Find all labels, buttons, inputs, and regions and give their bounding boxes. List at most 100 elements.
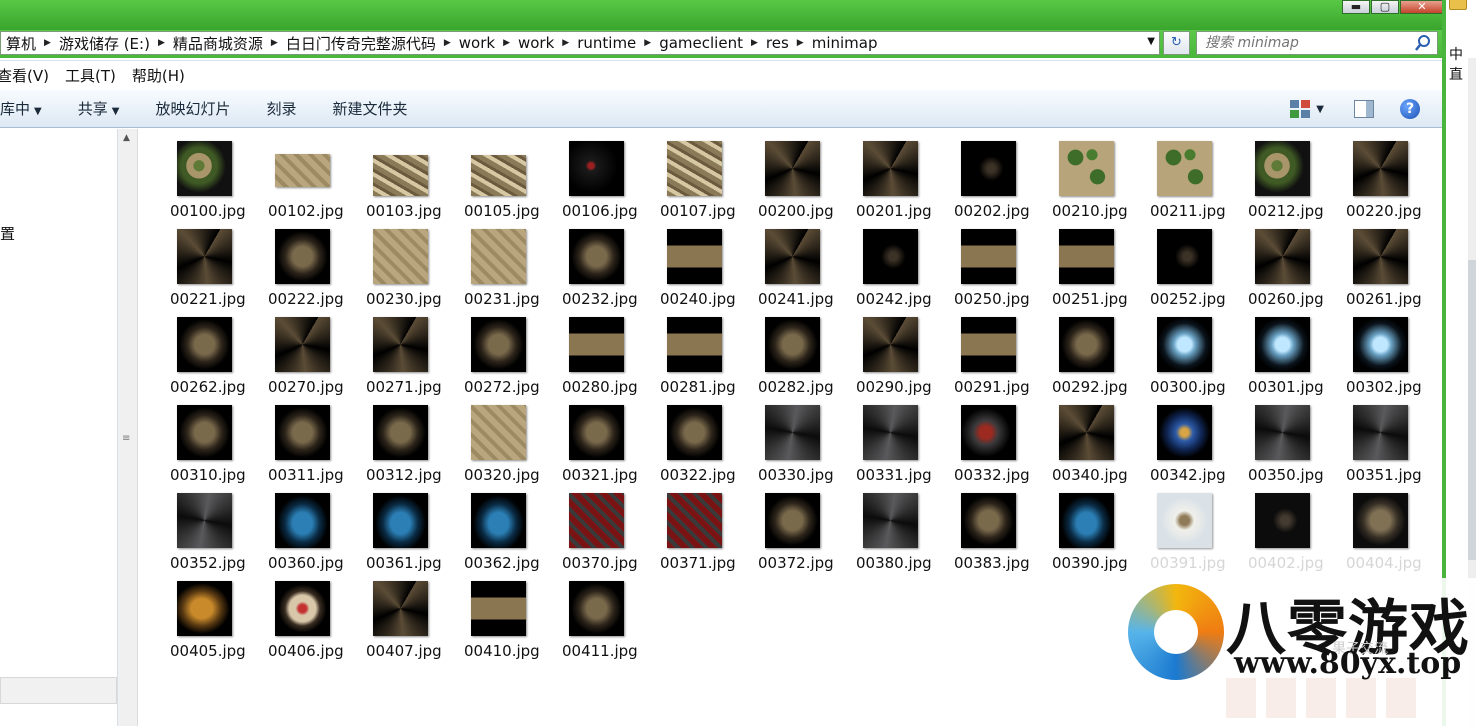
file-item[interactable]: 00231.jpg bbox=[464, 229, 562, 317]
file-item[interactable]: 00281.jpg bbox=[660, 317, 758, 405]
change-view-icon[interactable] bbox=[1290, 100, 1311, 118]
file-name[interactable]: 00352.jpg bbox=[170, 554, 246, 572]
file-thumbnail[interactable] bbox=[961, 493, 1016, 548]
file-item[interactable]: 00212.jpg bbox=[1248, 141, 1346, 229]
file-name[interactable]: 00230.jpg bbox=[366, 290, 442, 308]
file-thumbnail[interactable] bbox=[1059, 141, 1114, 196]
file-name[interactable]: 00342.jpg bbox=[1150, 466, 1226, 484]
file-thumbnail[interactable] bbox=[667, 229, 722, 284]
file-name[interactable]: 00302.jpg bbox=[1346, 378, 1422, 396]
file-thumbnail[interactable] bbox=[471, 405, 526, 460]
file-thumbnail[interactable] bbox=[471, 493, 526, 548]
file-thumbnail[interactable] bbox=[1255, 317, 1310, 372]
search-box[interactable] bbox=[1196, 31, 1438, 55]
file-item[interactable]: 00222.jpg bbox=[268, 229, 366, 317]
file-item[interactable]: 00311.jpg bbox=[268, 405, 366, 493]
file-item[interactable]: 00202.jpg bbox=[954, 141, 1052, 229]
background-scrollbar-thumb[interactable] bbox=[1468, 260, 1476, 560]
scroll-up-icon[interactable]: ▲ bbox=[123, 133, 130, 143]
file-name[interactable]: 00242.jpg bbox=[856, 290, 932, 308]
view-options-dropdown[interactable]: ▼ bbox=[1316, 104, 1324, 115]
file-name[interactable]: 00312.jpg bbox=[366, 466, 442, 484]
file-item[interactable]: 00410.jpg bbox=[464, 581, 562, 669]
file-item[interactable]: 00250.jpg bbox=[954, 229, 1052, 317]
file-thumbnail[interactable] bbox=[275, 493, 330, 548]
burn-button[interactable]: 刻录 bbox=[248, 98, 314, 119]
file-thumbnail[interactable] bbox=[1059, 229, 1114, 284]
file-name[interactable]: 00280.jpg bbox=[562, 378, 638, 396]
file-item[interactable]: 00272.jpg bbox=[464, 317, 562, 405]
file-item[interactable]: 00106.jpg bbox=[562, 141, 660, 229]
file-thumbnail[interactable] bbox=[471, 155, 526, 196]
file-name[interactable]: 00391.jpg bbox=[1150, 554, 1226, 572]
file-name[interactable]: 00100.jpg bbox=[170, 202, 246, 220]
share-button[interactable]: 共享 ▼ bbox=[60, 98, 138, 119]
file-name[interactable]: 00201.jpg bbox=[856, 202, 932, 220]
breadcrumb-separator-icon[interactable]: ▶ bbox=[794, 38, 807, 48]
file-name[interactable]: 00292.jpg bbox=[1052, 378, 1128, 396]
file-thumbnail[interactable] bbox=[765, 317, 820, 372]
file-item[interactable]: 00221.jpg bbox=[170, 229, 268, 317]
menu-tools[interactable]: 工具(T) bbox=[65, 65, 116, 86]
file-name[interactable]: 00241.jpg bbox=[758, 290, 834, 308]
file-thumbnail[interactable] bbox=[1353, 405, 1408, 460]
file-item[interactable]: 00404.jpg bbox=[1346, 493, 1444, 581]
file-thumbnail[interactable] bbox=[1255, 405, 1310, 460]
breadcrumb-separator-icon[interactable]: ▶ bbox=[155, 38, 168, 48]
file-thumbnail[interactable] bbox=[961, 229, 1016, 284]
file-item[interactable]: 00102.jpg bbox=[268, 141, 366, 229]
minimize-button[interactable]: ▬ bbox=[1342, 0, 1370, 14]
nav-selected-item[interactable] bbox=[0, 677, 117, 704]
file-name[interactable]: 00270.jpg bbox=[268, 378, 344, 396]
file-name[interactable]: 00362.jpg bbox=[464, 554, 540, 572]
file-thumbnail[interactable] bbox=[471, 229, 526, 284]
file-item[interactable]: 00406.jpg bbox=[268, 581, 366, 669]
file-name[interactable]: 00260.jpg bbox=[1248, 290, 1324, 308]
file-name[interactable]: 00404.jpg bbox=[1346, 554, 1422, 572]
file-name[interactable]: 00405.jpg bbox=[170, 642, 246, 660]
file-thumbnail[interactable] bbox=[1157, 493, 1212, 548]
file-name[interactable]: 00372.jpg bbox=[758, 554, 834, 572]
file-name[interactable]: 00231.jpg bbox=[464, 290, 540, 308]
file-name[interactable]: 00220.jpg bbox=[1346, 202, 1422, 220]
file-name[interactable]: 00350.jpg bbox=[1248, 466, 1324, 484]
file-thumbnail[interactable] bbox=[177, 229, 232, 284]
file-item[interactable]: 00210.jpg bbox=[1052, 141, 1150, 229]
file-thumbnail[interactable] bbox=[961, 405, 1016, 460]
file-thumbnail[interactable] bbox=[863, 141, 918, 196]
file-item[interactable]: 00402.jpg bbox=[1248, 493, 1346, 581]
file-thumbnail[interactable] bbox=[1353, 317, 1408, 372]
file-thumbnail[interactable] bbox=[275, 405, 330, 460]
file-name[interactable]: 00311.jpg bbox=[268, 466, 344, 484]
file-item[interactable]: 00251.jpg bbox=[1052, 229, 1150, 317]
file-name[interactable]: 00301.jpg bbox=[1248, 378, 1324, 396]
file-thumbnail[interactable] bbox=[177, 581, 232, 636]
file-item[interactable]: 00301.jpg bbox=[1248, 317, 1346, 405]
file-item[interactable]: 00390.jpg bbox=[1052, 493, 1150, 581]
file-item[interactable]: 00302.jpg bbox=[1346, 317, 1444, 405]
breadcrumb-separator-icon[interactable]: ▶ bbox=[500, 38, 513, 48]
file-thumbnail[interactable] bbox=[1255, 493, 1310, 548]
file-item[interactable]: 00380.jpg bbox=[856, 493, 954, 581]
file-thumbnail[interactable] bbox=[1157, 141, 1212, 196]
file-thumbnail[interactable] bbox=[373, 229, 428, 284]
file-thumbnail[interactable] bbox=[373, 405, 428, 460]
file-name[interactable]: 00291.jpg bbox=[954, 378, 1030, 396]
file-name[interactable]: 00390.jpg bbox=[1052, 554, 1128, 572]
file-item[interactable]: 00107.jpg bbox=[660, 141, 758, 229]
file-item[interactable]: 00280.jpg bbox=[562, 317, 660, 405]
file-name[interactable]: 00232.jpg bbox=[562, 290, 638, 308]
navigation-scrollbar[interactable]: ▲ ≡ bbox=[118, 129, 138, 726]
file-item[interactable]: 00261.jpg bbox=[1346, 229, 1444, 317]
file-item[interactable]: 00260.jpg bbox=[1248, 229, 1346, 317]
breadcrumb-item[interactable]: work bbox=[454, 34, 500, 52]
file-item[interactable]: 00262.jpg bbox=[170, 317, 268, 405]
file-name[interactable]: 00103.jpg bbox=[366, 202, 442, 220]
file-item[interactable]: 00405.jpg bbox=[170, 581, 268, 669]
file-item[interactable]: 00371.jpg bbox=[660, 493, 758, 581]
maximize-button[interactable]: ▢ bbox=[1371, 0, 1399, 14]
file-thumbnail[interactable] bbox=[1059, 405, 1114, 460]
file-item[interactable]: 00320.jpg bbox=[464, 405, 562, 493]
file-thumbnail[interactable] bbox=[1353, 229, 1408, 284]
file-name[interactable]: 00102.jpg bbox=[268, 202, 344, 220]
